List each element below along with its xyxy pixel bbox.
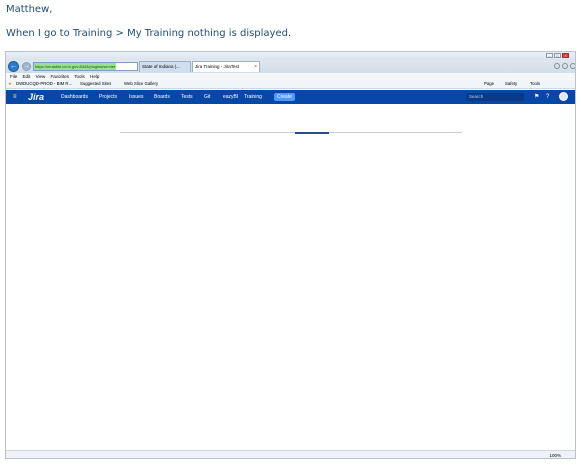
favorite-link[interactable]: DWDUCQD-PROD - BIM R... xyxy=(16,80,72,88)
menu-favorites[interactable]: Favorites xyxy=(51,74,70,79)
nav-tests[interactable]: Tests xyxy=(181,90,193,104)
nav-projects[interactable]: Projects xyxy=(99,90,117,104)
tab-close-icon[interactable]: × xyxy=(254,62,257,72)
nav-git[interactable]: Git xyxy=(204,90,210,104)
settings-gear-icon[interactable] xyxy=(570,63,575,69)
command-tools[interactable]: Tools xyxy=(530,80,540,88)
email-greeting: Matthew, xyxy=(6,4,53,15)
help-icon[interactable]: ? xyxy=(546,93,549,101)
app-switcher-icon[interactable]: ≡ xyxy=(13,90,17,104)
jira-top-nav: ≡ Jira Dashboards Projects Issues Boards… xyxy=(6,90,575,104)
window-titlebar: – □ × xyxy=(6,52,575,60)
favorites-star-icon[interactable] xyxy=(562,63,568,69)
menu-file[interactable]: File xyxy=(10,74,17,79)
email-body-text: When I go to Training > My Training noth… xyxy=(6,28,292,39)
create-button[interactable]: Create xyxy=(274,93,295,101)
jira-logo[interactable]: Jira xyxy=(28,92,44,102)
favorites-bar: ★ DWDUCQD-PROD - BIM R... Suggested Site… xyxy=(6,80,575,89)
menu-view[interactable]: View xyxy=(36,74,46,79)
nav-training[interactable]: Training xyxy=(244,90,262,104)
loading-progress-indicator xyxy=(295,131,330,134)
address-bar[interactable]: https://mutable.iot.in.gov:8443/plugins/… xyxy=(33,62,138,71)
search-input[interactable]: Search xyxy=(466,93,524,101)
zoom-level[interactable]: 100% xyxy=(549,452,561,458)
tab-label: State of Indiana |... xyxy=(142,64,180,69)
url-text: https://mutable.iot.in.gov:8443/plugins/… xyxy=(34,63,117,70)
address-row: ← → https://mutable.iot.in.gov:8443/plug… xyxy=(6,60,575,73)
tab-jira-training[interactable]: Jira Training - JiraTest × xyxy=(192,61,260,72)
favorites-star-icon[interactable]: ★ xyxy=(8,80,12,88)
tab-state-of-indiana[interactable]: State of Indiana |... xyxy=(139,61,191,72)
status-bar: 100% xyxy=(6,450,575,458)
tab-label: Jira Training - JiraTest xyxy=(195,64,240,69)
browser-window: – □ × ← → https://mutable.iot.in.gov:844… xyxy=(5,51,576,459)
nav-dashboards[interactable]: Dashboards xyxy=(61,90,88,104)
forward-icon[interactable]: → xyxy=(22,62,31,71)
notifications-icon[interactable]: ⚑ xyxy=(534,93,539,101)
menu-edit[interactable]: Edit xyxy=(23,74,31,79)
favorite-link[interactable]: Suggested Sites xyxy=(80,80,111,88)
nav-eazybi[interactable]: eazyBI xyxy=(223,90,238,104)
command-safety[interactable]: Safety xyxy=(505,80,517,88)
nav-issues[interactable]: Issues xyxy=(129,90,143,104)
close-icon[interactable]: × xyxy=(562,53,569,58)
back-icon[interactable]: ← xyxy=(8,61,19,72)
home-icon[interactable] xyxy=(554,63,560,69)
maximize-icon[interactable]: □ xyxy=(554,53,561,58)
menu-tools[interactable]: Tools xyxy=(74,74,85,79)
minimize-icon[interactable]: – xyxy=(546,53,553,58)
command-page[interactable]: Page xyxy=(484,80,494,88)
menu-bar: File Edit View Favorites Tools Help xyxy=(6,73,575,80)
avatar[interactable] xyxy=(559,92,568,101)
loading-progress-bar xyxy=(120,131,462,134)
nav-boards[interactable]: Boards xyxy=(154,90,170,104)
favorite-link[interactable]: Web Slice Gallery xyxy=(124,80,158,88)
menu-help[interactable]: Help xyxy=(90,74,99,79)
